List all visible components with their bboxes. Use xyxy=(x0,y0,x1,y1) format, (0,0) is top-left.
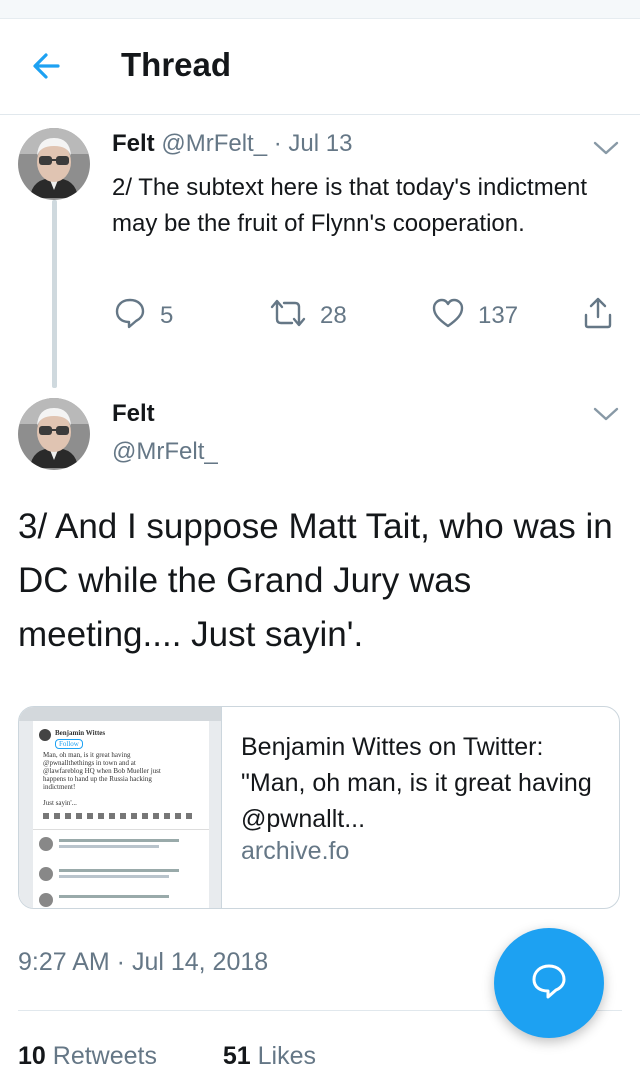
page-title: Thread xyxy=(121,46,232,83)
card-title: Benjamin Wittes on Twitter: "Man, oh man… xyxy=(241,733,592,833)
likes-stat[interactable]: 51 Likes xyxy=(223,1042,316,1070)
retweets-stat[interactable]: 10 Retweets xyxy=(18,1042,157,1070)
like-button[interactable]: 137 xyxy=(430,296,518,336)
author-name[interactable]: Felt xyxy=(112,130,155,157)
share-icon xyxy=(580,295,616,338)
separator-dot: · xyxy=(273,130,282,157)
likes-count: 51 xyxy=(222,1042,251,1070)
preview-sayin: Just sayin'... xyxy=(43,799,77,807)
preview-follow: Follow xyxy=(55,739,83,749)
tweet-text: 2/ The subtext here is that today's indi… xyxy=(112,174,588,237)
retweet-button[interactable]: 28 xyxy=(268,296,347,336)
link-card[interactable]: Benjamin Wittes Follow Man, oh man, is i… xyxy=(18,706,620,909)
card-thumbnail: Benjamin Wittes Follow Man, oh man, is i… xyxy=(19,707,222,908)
reply-count: 5 xyxy=(160,302,174,329)
avatar[interactable] xyxy=(18,398,90,470)
chevron-down-icon[interactable] xyxy=(592,138,620,158)
likes-label: Likes xyxy=(257,1042,317,1070)
tweet-actions: 5 28 137 xyxy=(112,296,632,336)
author-handle[interactable]: @MrFelt_ xyxy=(161,130,267,157)
reply-button[interactable]: 5 xyxy=(112,296,173,336)
tweet-stats: 10 Retweets 51 Likes xyxy=(18,1042,316,1071)
tweet-date[interactable]: Jul 13 xyxy=(288,130,352,157)
preview-line: happens to hand up the Russia hacking xyxy=(43,775,152,783)
tweet-text: 3/ And I suppose Matt Tait, who was in D… xyxy=(18,507,613,654)
avatar[interactable] xyxy=(18,128,90,200)
retweet-count: 28 xyxy=(320,302,347,329)
retweet-icon xyxy=(268,295,308,338)
tweet-timestamp: 9:27 AM · Jul 14, 2018 xyxy=(18,948,269,976)
like-count: 137 xyxy=(478,302,519,329)
reply-icon xyxy=(527,959,571,1008)
retweets-count: 10 xyxy=(18,1042,46,1070)
tweet-header: Felt @MrFelt_ · Jul 13 xyxy=(112,130,352,158)
preview-line: indictment! xyxy=(43,783,76,791)
reply-icon xyxy=(112,295,148,338)
status-strip xyxy=(0,0,640,19)
heart-icon xyxy=(430,295,466,338)
preview-line: @pwnallthethings in town and at xyxy=(43,759,136,767)
back-arrow-icon[interactable] xyxy=(28,48,68,84)
compose-reply-button[interactable] xyxy=(494,928,604,1038)
card-domain: archive.fo xyxy=(241,837,350,865)
author-name[interactable]: Felt xyxy=(112,400,155,428)
chevron-down-icon[interactable] xyxy=(592,404,620,424)
retweets-label: Retweets xyxy=(52,1042,157,1070)
share-button[interactable] xyxy=(580,296,616,336)
author-handle[interactable]: @MrFelt_ xyxy=(112,438,218,466)
preview-line: @lawfareblog HQ when Bob Mueller just xyxy=(43,767,161,775)
preview-line: Man, oh man, is it great having xyxy=(43,751,131,759)
thread-connector xyxy=(52,200,57,388)
header: Thread xyxy=(0,18,640,115)
preview-name: Benjamin Wittes xyxy=(55,729,106,737)
